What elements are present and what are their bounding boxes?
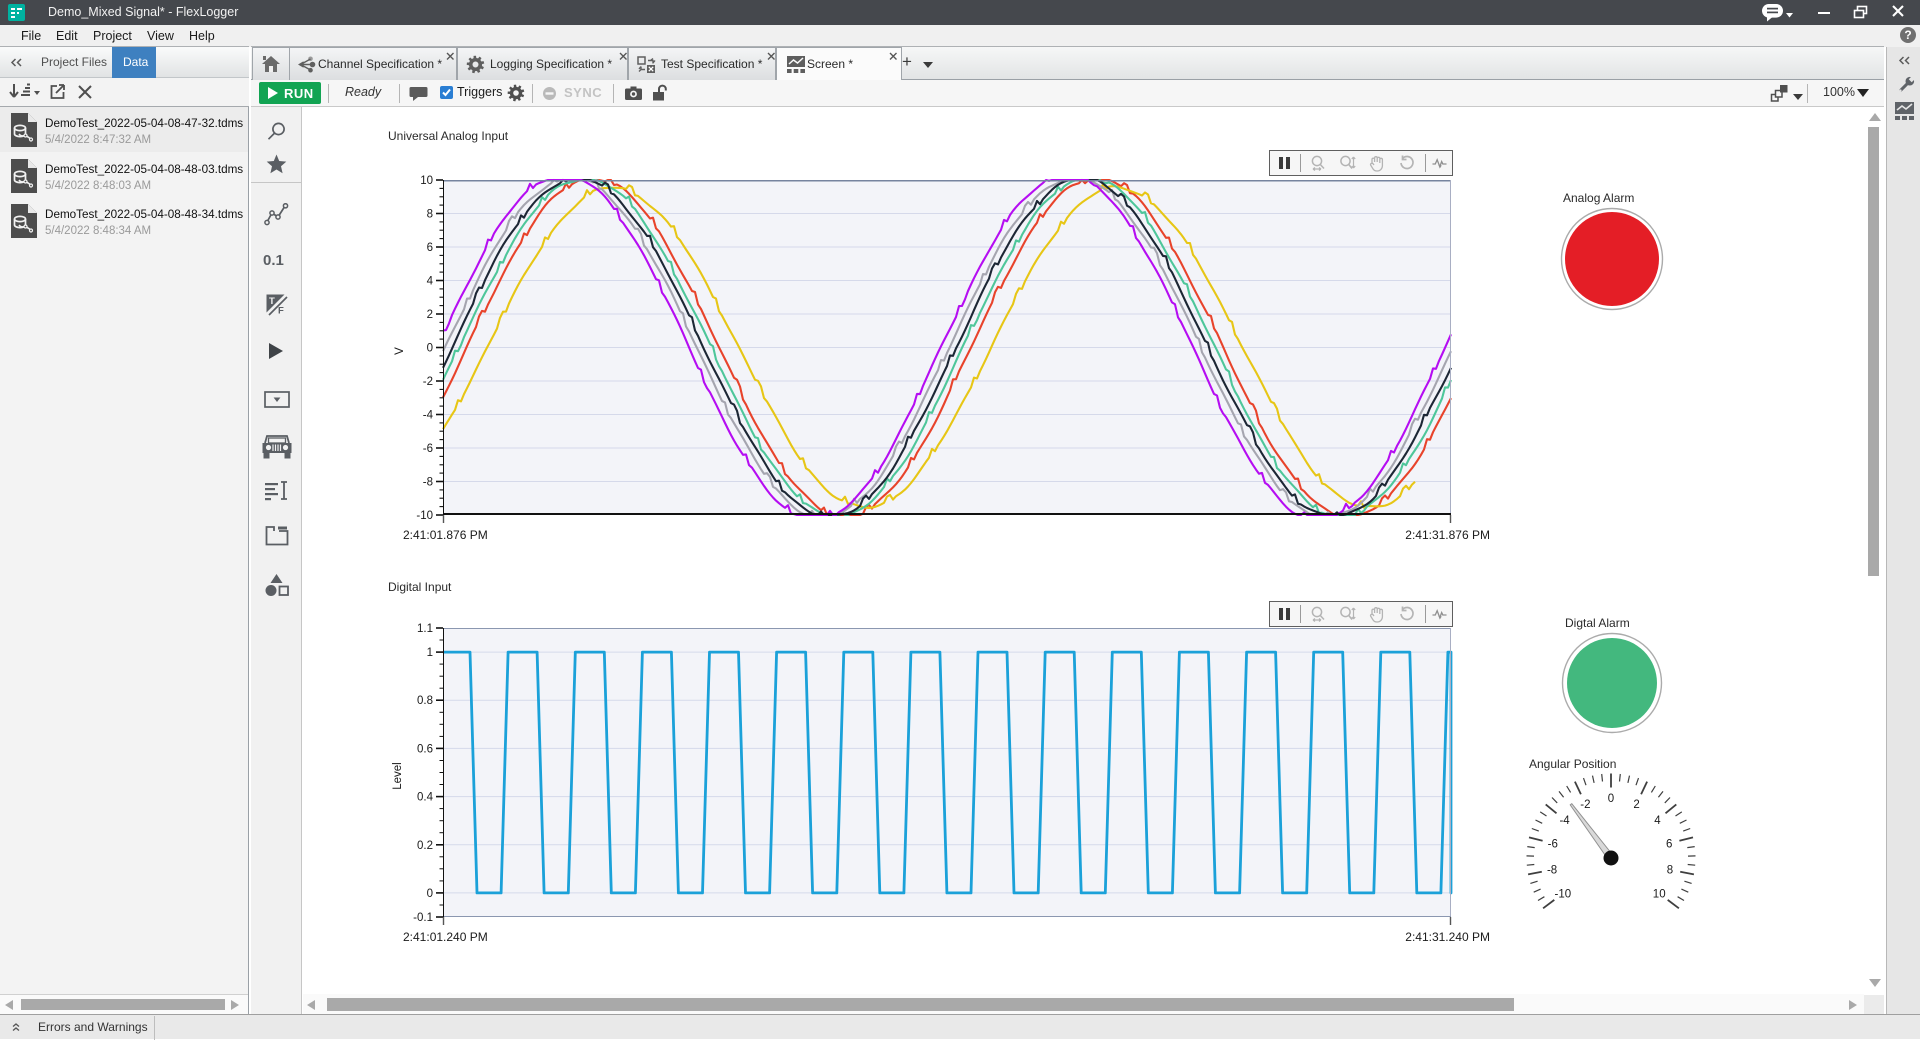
svg-text:0.4: 0.4: [417, 792, 434, 804]
svg-text:2:41:01.876 PM: 2:41:01.876 PM: [403, 528, 488, 542]
svg-text:4: 4: [427, 276, 434, 288]
svg-text:V: V: [394, 347, 406, 355]
svg-text:-8: -8: [1547, 865, 1557, 877]
svg-text:10: 10: [420, 175, 433, 187]
svg-text:4: 4: [1654, 815, 1661, 827]
svg-text:-6: -6: [423, 443, 433, 455]
svg-text:0.8: 0.8: [417, 695, 433, 707]
svg-text:0: 0: [427, 888, 433, 900]
svg-text:0.6: 0.6: [417, 743, 433, 755]
svg-text:Level: Level: [392, 762, 404, 790]
svg-text:8: 8: [1667, 865, 1673, 877]
svg-text:-10: -10: [1554, 889, 1571, 901]
svg-text:-6: -6: [1548, 838, 1558, 850]
svg-text:2:41:01.240 PM: 2:41:01.240 PM: [403, 930, 488, 944]
svg-text:2:41:31.876 PM: 2:41:31.876 PM: [1405, 528, 1490, 542]
svg-text:0.2: 0.2: [417, 840, 433, 852]
svg-text:2: 2: [427, 309, 433, 321]
svg-text:0: 0: [427, 343, 433, 355]
svg-text:-10: -10: [416, 510, 433, 522]
svg-text:-2: -2: [423, 376, 433, 388]
svg-text:-2: -2: [1580, 799, 1590, 811]
svg-text:2: 2: [1633, 799, 1639, 811]
svg-text:-4: -4: [1559, 815, 1570, 827]
svg-text:-0.1: -0.1: [413, 912, 433, 924]
svg-text:6: 6: [427, 242, 433, 254]
svg-text:-4: -4: [423, 410, 434, 422]
svg-text:1: 1: [427, 647, 433, 659]
svg-text:6: 6: [1666, 838, 1672, 850]
svg-text:2:41:31.240 PM: 2:41:31.240 PM: [1405, 930, 1490, 944]
svg-text:10: 10: [1653, 889, 1666, 901]
svg-text:8: 8: [427, 209, 433, 221]
svg-text:-8: -8: [423, 477, 433, 489]
svg-text:1.1: 1.1: [417, 623, 433, 635]
svg-text:0: 0: [1608, 793, 1614, 805]
